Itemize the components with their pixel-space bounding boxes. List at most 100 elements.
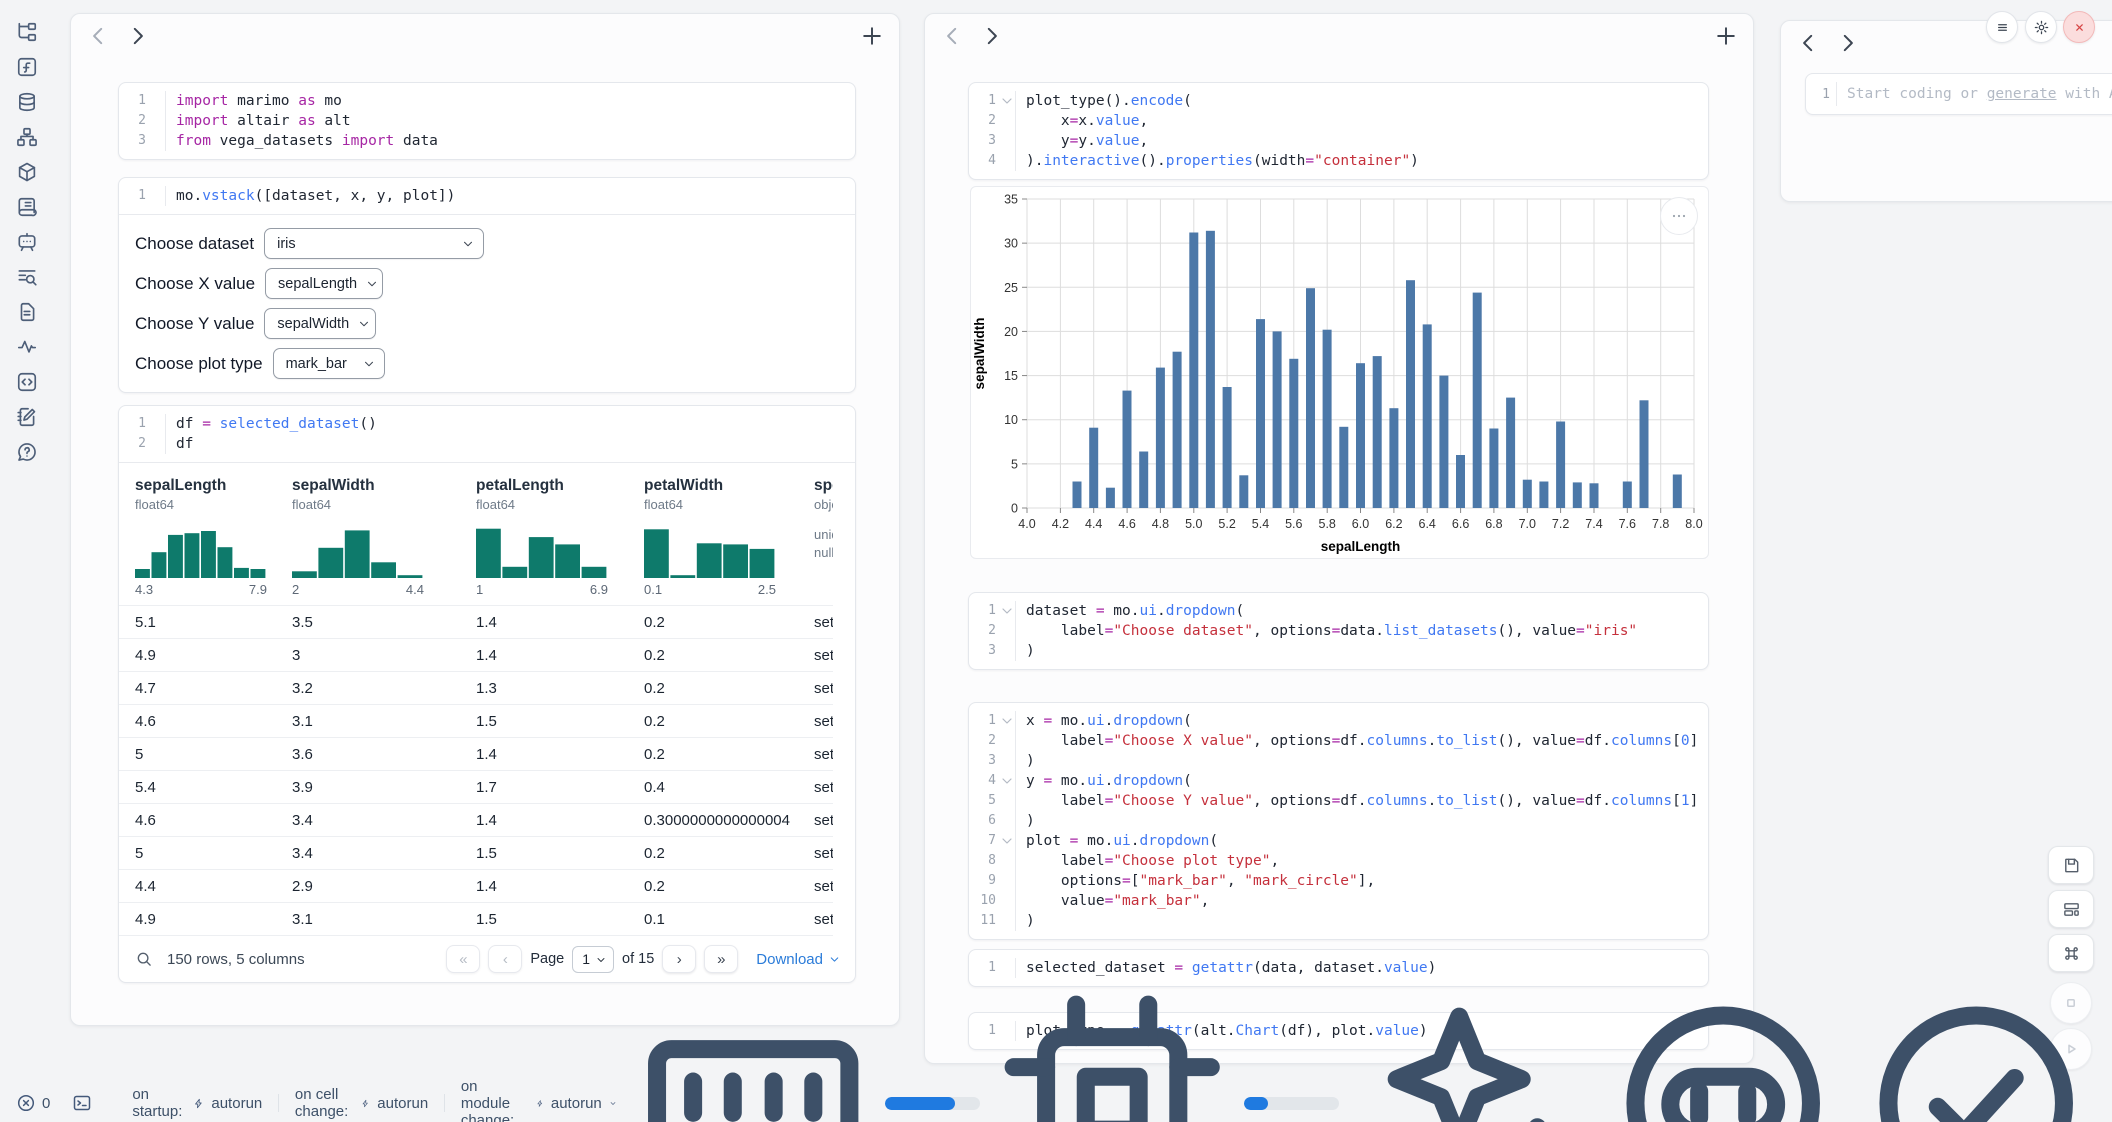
settings-button[interactable] bbox=[2025, 11, 2057, 43]
column-name[interactable]: petalWidth bbox=[644, 477, 788, 495]
sidebar-item-tracing[interactable] bbox=[9, 329, 45, 364]
sidebar-item-dependency-graph[interactable] bbox=[9, 119, 45, 154]
code-line: ) bbox=[1015, 811, 1035, 831]
column-next-button[interactable] bbox=[1835, 30, 1861, 56]
choose-plot-type-select[interactable]: mark_bar bbox=[273, 348, 385, 379]
code-editor[interactable]: 1selected_dataset = getattr(data, datase… bbox=[969, 950, 1708, 986]
add-cell-button[interactable] bbox=[859, 23, 885, 49]
run-mode-label: on startup: bbox=[132, 1086, 186, 1120]
cpu-usage-meter bbox=[1244, 1097, 1339, 1110]
chart-menu-button[interactable] bbox=[1660, 197, 1698, 235]
ai-sparkles-button[interactable] bbox=[1351, 983, 1591, 1122]
next-page-button[interactable]: › bbox=[662, 945, 696, 973]
column-prev-button[interactable] bbox=[85, 23, 111, 49]
status-bar: 0 on startup:autorunon cell change:autor… bbox=[0, 1084, 2112, 1122]
table-cell: 1.4 bbox=[460, 647, 628, 664]
code-editor[interactable]: 1plot_type().encode(2 x=x.value,3 y=y.va… bbox=[969, 83, 1708, 179]
code-line: selected_dataset = getattr(data, dataset… bbox=[1015, 958, 1436, 978]
prev-page-button[interactable]: ‹ bbox=[488, 945, 522, 973]
document-icon bbox=[16, 301, 38, 323]
zap-icon bbox=[361, 1096, 370, 1111]
code-line: ) bbox=[1015, 641, 1035, 661]
add-cell-button[interactable] bbox=[1713, 23, 1739, 49]
error-count: 0 bbox=[42, 1095, 50, 1112]
code-editor[interactable]: 1df = selected_dataset()2df bbox=[119, 406, 855, 462]
status-left: 0 on startup:autorunon cell change:autor… bbox=[16, 1078, 633, 1122]
generate-with-ai-link[interactable]: generate bbox=[1987, 86, 2057, 102]
run-mode-on-cell-change[interactable]: on cell change:autorun bbox=[279, 1086, 444, 1120]
column-next-button[interactable] bbox=[979, 23, 1005, 49]
column-name[interactable]: petalLength bbox=[476, 477, 618, 495]
fold-chevron-icon[interactable] bbox=[999, 601, 1015, 621]
choose-x-value-select[interactable]: sepalLength bbox=[265, 268, 383, 299]
sidebar-item-snippets[interactable] bbox=[9, 364, 45, 399]
table-cell: 1.4 bbox=[460, 746, 628, 763]
svg-text:5.4: 5.4 bbox=[1252, 517, 1269, 531]
sidebar-item-notebook[interactable] bbox=[9, 399, 45, 434]
column-next-button[interactable] bbox=[125, 23, 151, 49]
table-cell: 5.1 bbox=[119, 614, 276, 631]
table-header-row: sepalLengthfloat644.37.9sepalWidthfloat6… bbox=[119, 463, 833, 605]
table-row: 4.63.11.50.2setosa bbox=[119, 704, 833, 737]
terminal-button[interactable] bbox=[72, 1093, 92, 1113]
connection-status-icon[interactable] bbox=[1856, 983, 2096, 1122]
sidebar-item-chatbot[interactable] bbox=[9, 224, 45, 259]
sidebar-item-database[interactable] bbox=[9, 84, 45, 119]
code-line: label="Choose plot type", bbox=[1015, 851, 1279, 871]
table-cell: 3.2 bbox=[276, 680, 460, 697]
error-indicator[interactable]: 0 bbox=[16, 1093, 50, 1113]
sidebar-item-text-search[interactable] bbox=[9, 259, 45, 294]
first-page-button[interactable]: « bbox=[446, 945, 480, 973]
code-line: import altair as alt bbox=[165, 111, 351, 131]
fold-chevron-icon[interactable] bbox=[999, 831, 1015, 851]
column-prev-button[interactable] bbox=[1795, 30, 1821, 56]
bar-chart-canvas[interactable]: 4.04.24.44.64.85.05.25.45.65.86.06.26.46… bbox=[971, 187, 1708, 558]
notebook-menu-button[interactable] bbox=[1986, 11, 2018, 43]
column-name[interactable]: sepalLength bbox=[135, 477, 266, 495]
download-button[interactable]: Download bbox=[756, 951, 841, 968]
column-histogram bbox=[292, 522, 450, 578]
zap-icon bbox=[536, 1096, 544, 1111]
column-name[interactable]: species bbox=[814, 477, 833, 495]
shutdown-button[interactable] bbox=[2063, 11, 2095, 43]
fold-chevron-icon[interactable] bbox=[999, 711, 1015, 731]
run-mode-on-startup[interactable]: on startup:autorun bbox=[116, 1086, 278, 1120]
fold-spacer bbox=[999, 151, 1015, 171]
fold-spacer bbox=[149, 186, 165, 206]
sidebar-item-package[interactable] bbox=[9, 154, 45, 189]
code-line: options=["mark_bar", "mark_circle"], bbox=[1015, 871, 1375, 891]
run-mode-on-module-change[interactable]: on module change:autorun bbox=[445, 1078, 633, 1122]
table-cell: 5 bbox=[119, 845, 276, 862]
new-cell-editor[interactable]: 1 Start coding or generate with AI bbox=[1805, 73, 2112, 115]
page-select[interactable]: 1 bbox=[572, 946, 614, 973]
sidebar-item-document[interactable] bbox=[9, 294, 45, 329]
choose-y-value-select[interactable]: sepalWidth bbox=[264, 308, 376, 339]
sidebar-item-logs[interactable] bbox=[9, 189, 45, 224]
layout-toggle-button[interactable] bbox=[2048, 890, 2094, 928]
sidebar-item-function-square[interactable] bbox=[9, 49, 45, 84]
command-palette-button[interactable] bbox=[2048, 934, 2094, 972]
code-editor[interactable]: 1dataset = mo.ui.dropdown(2 label="Choos… bbox=[969, 593, 1708, 669]
tracing-icon bbox=[16, 336, 38, 358]
column-name[interactable]: sepalWidth bbox=[292, 477, 450, 495]
sidebar-item-file-tree[interactable] bbox=[9, 14, 45, 49]
column-prev-button[interactable] bbox=[939, 23, 965, 49]
code-editor[interactable]: 1x = mo.ui.dropdown(2 label="Choose X va… bbox=[969, 703, 1708, 939]
code-editor[interactable]: 1import marimo as mo2import altair as al… bbox=[119, 83, 855, 159]
sidebar-item-help[interactable] bbox=[9, 434, 45, 469]
fold-chevron-icon[interactable] bbox=[999, 91, 1015, 111]
code-editor[interactable]: 1mo.vstack([dataset, x, y, plot]) bbox=[119, 178, 855, 214]
dropdown-label: Choose Y value bbox=[135, 314, 254, 334]
fold-spacer bbox=[999, 958, 1015, 978]
table-cell: 3.4 bbox=[276, 812, 460, 829]
column-header-sepalLength: sepalLengthfloat644.37.9 bbox=[119, 463, 276, 605]
choose-dataset-select[interactable]: iris bbox=[264, 228, 484, 259]
code-line: label="Choose X value", options=df.colum… bbox=[1015, 731, 1698, 751]
copilot-button[interactable] bbox=[1603, 983, 1843, 1122]
fold-chevron-icon[interactable] bbox=[999, 771, 1015, 791]
save-button[interactable] bbox=[2048, 846, 2094, 884]
control-row: Choose X valuesepalLength bbox=[135, 267, 839, 300]
line-number: 1 bbox=[119, 91, 149, 111]
search-icon[interactable] bbox=[135, 950, 153, 968]
last-page-button[interactable]: » bbox=[704, 945, 738, 973]
